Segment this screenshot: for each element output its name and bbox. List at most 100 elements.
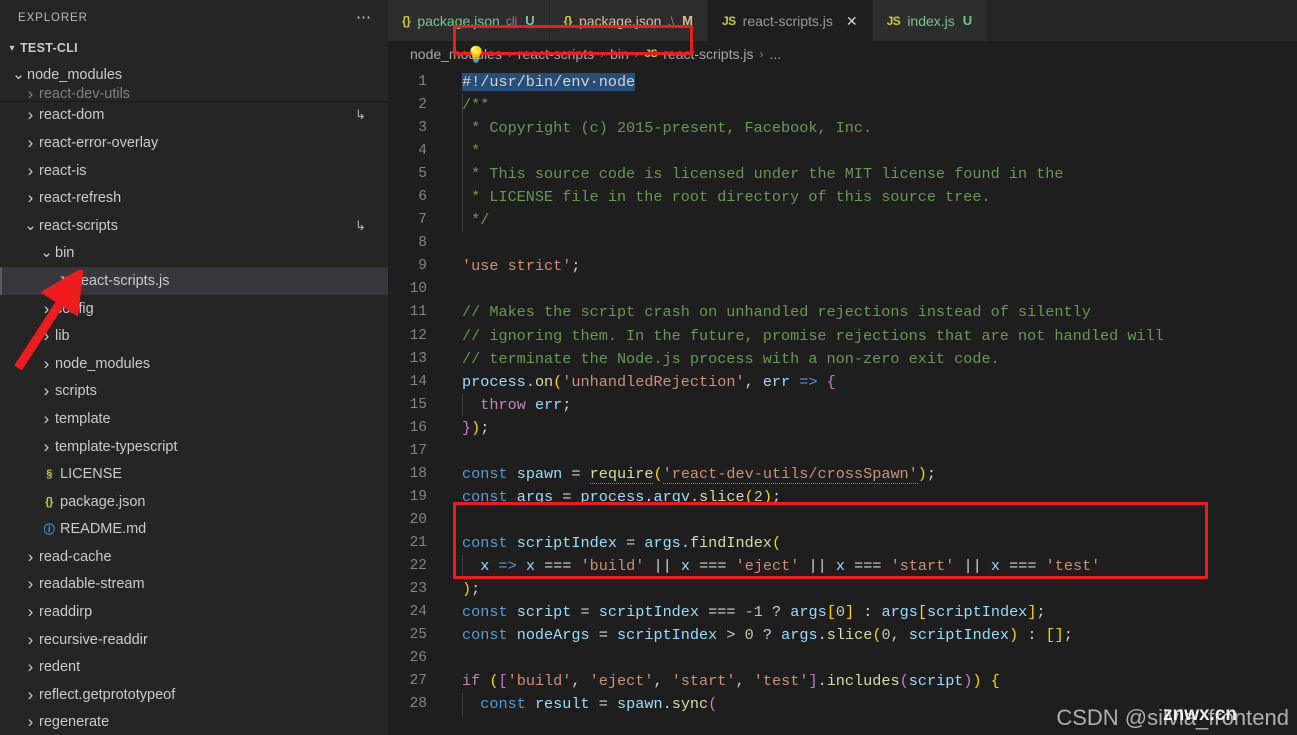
tree-folder-react-refresh[interactable]: › react-refresh bbox=[0, 184, 388, 212]
line-number: 22 bbox=[409, 557, 427, 574]
code-line-23[interactable]: 23); bbox=[388, 578, 1297, 601]
code-line-16[interactable]: 16}); bbox=[388, 417, 1297, 440]
tree-item-label: bin bbox=[55, 245, 75, 262]
code-line-18[interactable]: 18 const spawn = require('react-dev-utils… bbox=[388, 463, 1297, 486]
tree-folder-bin[interactable]: ⌄ bin bbox=[0, 240, 388, 268]
breadcrumb-item-1[interactable]: react-scripts bbox=[518, 46, 594, 62]
line-number: 4 bbox=[418, 143, 427, 160]
code-line-12[interactable]: 12 // ignoring them. In the future, promi… bbox=[388, 325, 1297, 348]
tree-item-label: react-refresh bbox=[39, 190, 122, 207]
tree-folder-node_modules[interactable]: ⌄ node_modules bbox=[0, 61, 388, 89]
tree-folder-regenerate[interactable]: › regenerate bbox=[0, 709, 388, 735]
code-line-11[interactable]: 11 // Makes the script crash on unhandled… bbox=[388, 301, 1297, 324]
tree-folder-template-typescript[interactable]: › template-typescript bbox=[0, 433, 388, 461]
code-line-7[interactable]: 7 */ bbox=[388, 209, 1297, 233]
tab-package-json-1[interactable]: {} package.json .\ M bbox=[549, 0, 708, 41]
code-line-21[interactable]: 21 const scriptIndex = args.findIndex( bbox=[388, 532, 1297, 555]
explorer-header: EXPLORER ⋯ bbox=[0, 0, 388, 35]
tree-folder-scripts[interactable]: › scripts bbox=[0, 378, 388, 406]
tree-file-package.json[interactable]: {} package.json bbox=[0, 488, 388, 516]
line-number: 15 bbox=[409, 396, 427, 413]
breadcrumb-separator: › bbox=[507, 47, 512, 61]
tree-folder-react-is[interactable]: › react-is bbox=[0, 157, 388, 185]
breadcrumb-item-4[interactable]: ... bbox=[769, 46, 781, 62]
line-number: 26 bbox=[409, 650, 427, 667]
file-tree: ⌄ node_modules › react-dev-utils › react-dom ↳… bbox=[0, 61, 388, 735]
breadcrumb-item-0[interactable]: node_modules bbox=[410, 46, 502, 62]
code-line-1[interactable]: 1 #!/usr/bin/env·node bbox=[388, 71, 1297, 94]
code-line-28[interactable]: 28 const result = spawn.sync( bbox=[388, 693, 1297, 717]
breadcrumb-item-2[interactable]: bin bbox=[610, 46, 629, 62]
tree-folder-readdirp[interactable]: › readdirp bbox=[0, 598, 388, 626]
line-number: 28 bbox=[409, 696, 427, 713]
tree-item-label: config bbox=[55, 300, 94, 317]
code-line-15[interactable]: 15 throw err; bbox=[388, 393, 1297, 417]
code-line-17[interactable]: 17 bbox=[388, 440, 1297, 463]
close-icon[interactable]: ✕ bbox=[846, 14, 858, 28]
tree-file-README.md[interactable]: ⓘ README.md bbox=[0, 516, 388, 544]
line-number: 7 bbox=[418, 212, 427, 229]
code-line-4[interactable]: 4 * bbox=[388, 140, 1297, 164]
workspace-root-row[interactable]: ▾ TEST-CLI bbox=[0, 35, 388, 61]
tab-react-scripts-js-2[interactable]: JS react-scripts.js ✕ bbox=[707, 0, 873, 41]
line-content: const args = process.argv.slice(2); bbox=[462, 487, 782, 506]
line-number: 16 bbox=[409, 419, 427, 436]
code-line-13[interactable]: 13 // terminate the Node.js process with … bbox=[388, 348, 1297, 371]
tree-folder-lib[interactable]: › lib bbox=[0, 322, 388, 350]
breadcrumb-item-3[interactable]: react-scripts.js bbox=[663, 46, 753, 62]
tree-folder-react-scripts[interactable]: ⌄ react-scripts ↳ bbox=[0, 212, 388, 240]
tree-file-LICENSE[interactable]: § LICENSE bbox=[0, 460, 388, 488]
tree-folder-redent[interactable]: › redent bbox=[0, 653, 388, 681]
file-type-icon: § bbox=[46, 468, 52, 481]
code-line-8[interactable]: 8 bbox=[388, 232, 1297, 255]
tree-folder-template[interactable]: › template bbox=[0, 405, 388, 433]
tree-folder-readable-stream[interactable]: › readable-stream bbox=[0, 571, 388, 599]
code-line-25[interactable]: 25 const nodeArgs = scriptIndex > 0 ? arg… bbox=[388, 624, 1297, 647]
code-line-19[interactable]: 19 const args = process.argv.slice(2); bbox=[388, 486, 1297, 509]
tree-folder-react-dom[interactable]: › react-dom ↳ bbox=[0, 102, 388, 130]
tree-folder-reflect.getprototypeof[interactable]: › reflect.getprototypeof bbox=[0, 681, 388, 709]
code-line-22[interactable]: 22 x => x === 'build' || x === 'eject' |… bbox=[388, 554, 1297, 579]
chevron-down-icon: ▾ bbox=[9, 42, 15, 54]
chevron-right-icon: › bbox=[27, 188, 34, 208]
ellipsis-icon[interactable]: ⋯ bbox=[354, 9, 374, 27]
code-line-14[interactable]: 14 process.on('unhandledRejection', err =… bbox=[388, 371, 1297, 394]
line-content: ); bbox=[462, 580, 481, 599]
tree-item-label: react-dom bbox=[39, 107, 105, 124]
code-line-2[interactable]: 2 /** bbox=[388, 94, 1297, 118]
symlink-icon: ↳ bbox=[355, 107, 366, 123]
tree-folder-react-dev-utils[interactable]: › react-dev-utils bbox=[0, 87, 388, 101]
tab-index-js-3[interactable]: JS index.js U bbox=[872, 0, 988, 41]
tree-item-label: package.json bbox=[60, 493, 146, 510]
tab-package-json-0[interactable]: {} package.json cli U bbox=[388, 0, 550, 41]
tree-item-label: node_modules bbox=[55, 355, 151, 372]
chevron-right-icon: › bbox=[27, 105, 34, 125]
chevron-right-icon: › bbox=[43, 436, 50, 456]
line-number: 2 bbox=[418, 97, 427, 114]
code-line-24[interactable]: 24 const script = scriptIndex === -1 ? ar… bbox=[388, 601, 1297, 624]
code-editor[interactable]: 1 #!/usr/bin/env·node 2/** 3 * Copyright (c… bbox=[388, 67, 1297, 735]
line-content bbox=[445, 278, 462, 301]
code-line-5[interactable]: 5 * This source code is licensed under t… bbox=[388, 163, 1297, 187]
workspace-root-label: TEST-CLI bbox=[20, 41, 78, 55]
tree-folder-node_modules[interactable]: › node_modules bbox=[0, 350, 388, 378]
tree-folder-config[interactable]: › config bbox=[0, 295, 388, 323]
tree-folder-recursive-readdir[interactable]: › recursive-readdir bbox=[0, 626, 388, 654]
tree-folder-read-cache[interactable]: › read-cache bbox=[0, 543, 388, 571]
tree-item-label: react-error-overlay bbox=[39, 134, 159, 151]
chevron-down-icon: ⌄ bbox=[12, 65, 25, 83]
line-number: 13 bbox=[409, 350, 427, 367]
code-line-9[interactable]: 9 'use strict'; bbox=[388, 255, 1297, 278]
code-line-20[interactable]: 20 bbox=[388, 509, 1297, 532]
tree-folder-react-error-overlay[interactable]: › react-error-overlay bbox=[0, 129, 388, 157]
tree-item-label: node_modules bbox=[27, 66, 123, 83]
code-line-27[interactable]: 27 if (['build', 'eject', 'start', 'test'… bbox=[388, 670, 1297, 693]
tree-file-react-scripts.js[interactable]: JS react-scripts.js bbox=[0, 267, 388, 295]
code-line-3[interactable]: 3 * Copyright (c) 2015-present, Facebook… bbox=[388, 117, 1297, 141]
code-line-6[interactable]: 6 * LICENSE file in the root directory o… bbox=[388, 186, 1297, 210]
code-line-26[interactable]: 26 bbox=[388, 647, 1297, 670]
line-content: // terminate the Node.js process with a … bbox=[462, 349, 1000, 368]
line-number: 6 bbox=[418, 189, 427, 206]
explorer-sidebar: EXPLORER ⋯ ▾ TEST-CLI ⌄ node_modules › reac… bbox=[0, 0, 388, 735]
code-line-10[interactable]: 10 bbox=[388, 278, 1297, 301]
